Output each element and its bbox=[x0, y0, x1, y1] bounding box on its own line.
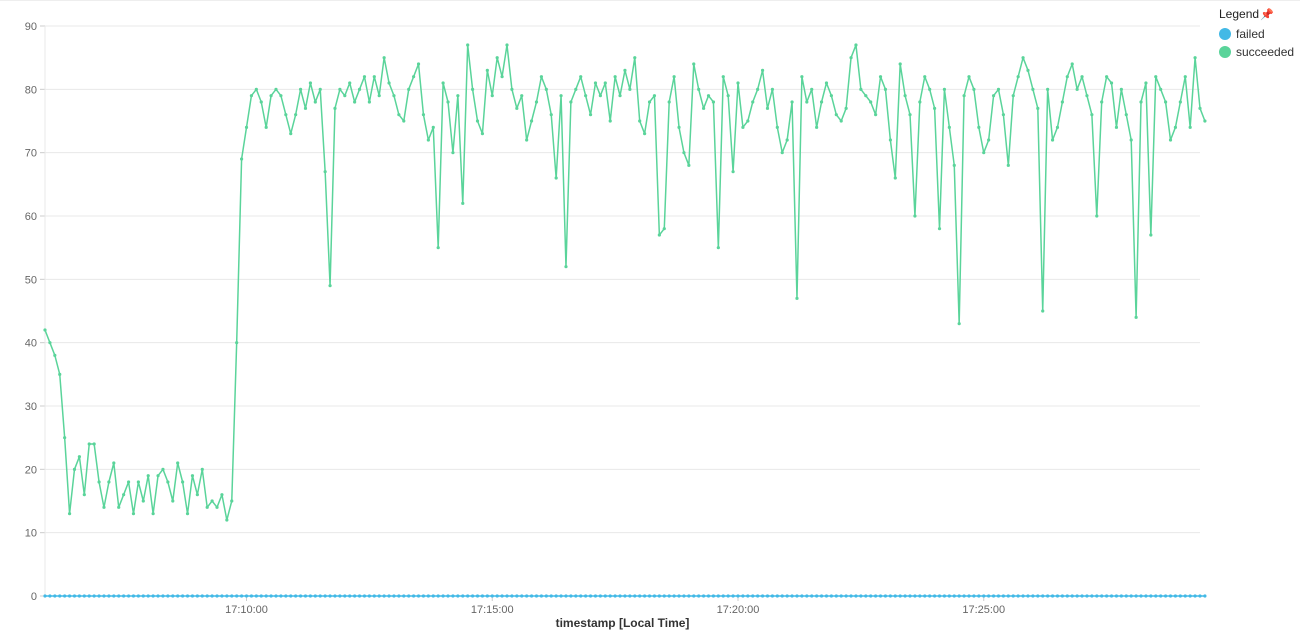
legend-swatch-failed bbox=[1219, 28, 1231, 40]
svg-text:0: 0 bbox=[31, 591, 37, 603]
legend-item-failed[interactable]: failed bbox=[1219, 27, 1296, 41]
legend-label-succeeded: succeeded bbox=[1236, 45, 1294, 59]
svg-text:17:25:00: 17:25:00 bbox=[962, 604, 1005, 616]
chart-svg: 0 10 20 30 40 50 60 70 80 90 17:10:00 17:15:00 17:20… bbox=[0, 1, 1215, 639]
legend-label-failed: failed bbox=[1236, 27, 1265, 41]
svg-text:20: 20 bbox=[25, 464, 37, 476]
chart-plot-area[interactable]: 0 10 20 30 40 50 60 70 80 90 17:10:00 17:15:00 17:20… bbox=[0, 1, 1215, 639]
svg-text:timestamp [Local Time]: timestamp [Local Time] bbox=[556, 616, 690, 630]
legend-item-succeeded[interactable]: succeeded bbox=[1219, 45, 1296, 59]
svg-text:40: 40 bbox=[25, 338, 37, 350]
svg-text:80: 80 bbox=[25, 84, 37, 96]
svg-text:17:10:00: 17:10:00 bbox=[225, 604, 268, 616]
legend: Legend📌 failed succeeded bbox=[1215, 1, 1300, 639]
svg-text:10: 10 bbox=[25, 528, 37, 540]
pin-icon[interactable]: 📌 bbox=[1260, 8, 1274, 21]
svg-text:17:20:00: 17:20:00 bbox=[717, 604, 760, 616]
svg-text:50: 50 bbox=[25, 274, 37, 286]
legend-swatch-succeeded bbox=[1219, 46, 1231, 58]
svg-text:60: 60 bbox=[25, 211, 37, 223]
svg-text:17:15:00: 17:15:00 bbox=[471, 604, 514, 616]
legend-title-text: Legend bbox=[1219, 7, 1259, 21]
svg-text:90: 90 bbox=[25, 21, 37, 33]
legend-title: Legend📌 bbox=[1219, 7, 1296, 21]
svg-text:70: 70 bbox=[25, 148, 37, 160]
chart-container: 0 10 20 30 40 50 60 70 80 90 17:10:00 17:15:00 17:20… bbox=[0, 0, 1300, 639]
svg-text:30: 30 bbox=[25, 401, 37, 413]
